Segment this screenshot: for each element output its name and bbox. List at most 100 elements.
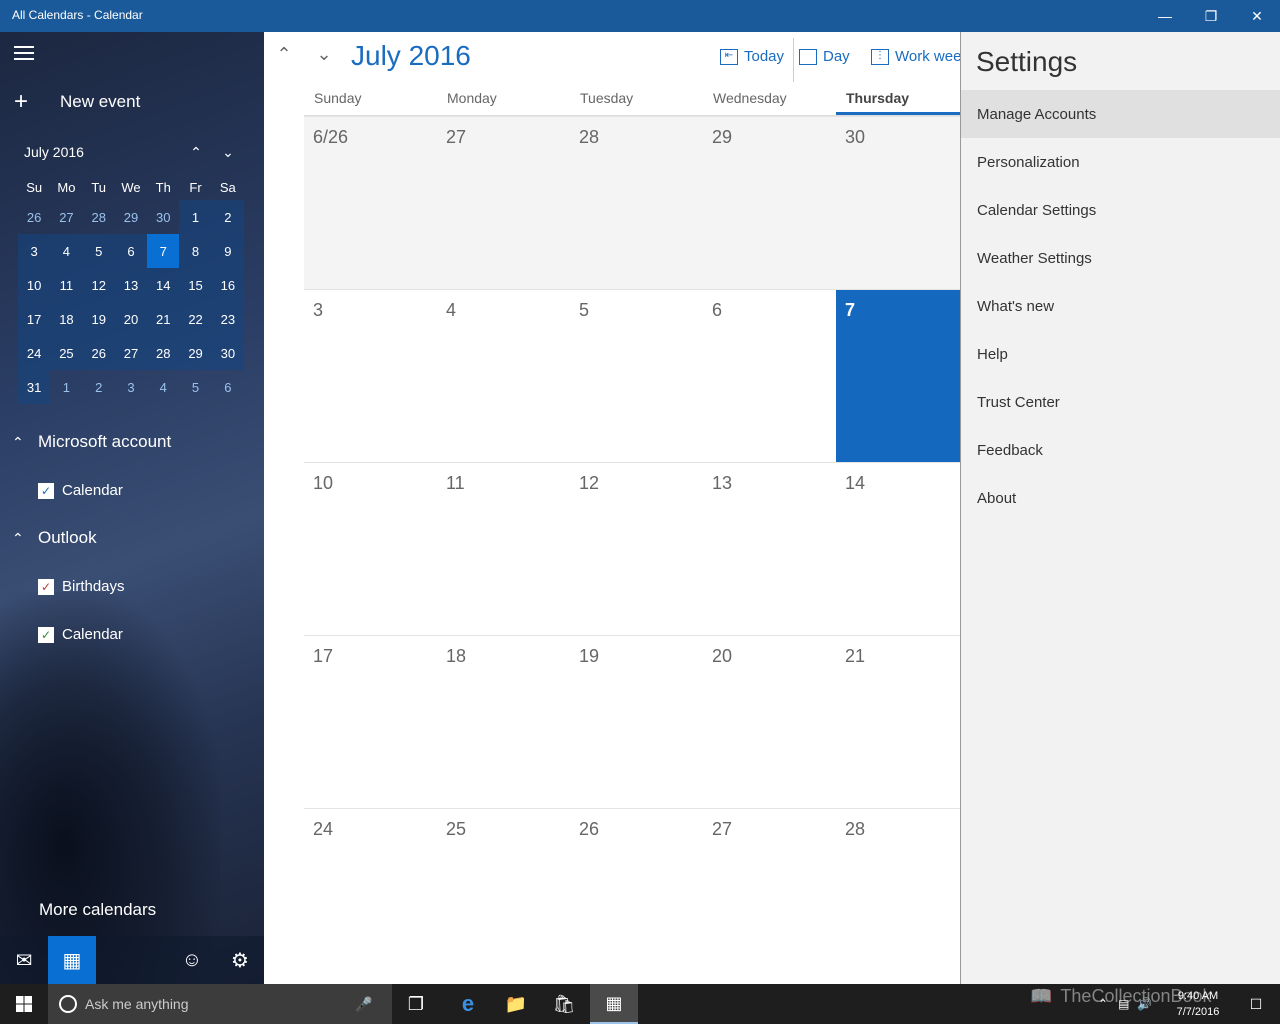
day-cell[interactable]: 30: [836, 117, 960, 290]
cortana-search-box[interactable]: 🎤: [48, 984, 392, 1024]
mail-icon[interactable]: ✉: [0, 936, 48, 984]
feedback-smiley-icon[interactable]: ☺: [168, 936, 216, 984]
mini-day[interactable]: 29: [115, 200, 147, 234]
mini-day[interactable]: 16: [211, 268, 244, 302]
day-cell[interactable]: 18: [437, 636, 570, 809]
day-cell[interactable]: 27: [437, 117, 570, 290]
mini-day[interactable]: 11: [50, 268, 83, 302]
mini-day[interactable]: 7: [147, 234, 180, 268]
mini-day[interactable]: 18: [50, 302, 83, 336]
chevron-up-icon[interactable]: ⌃: [1098, 997, 1108, 1011]
mini-day[interactable]: 15: [179, 268, 212, 302]
mini-day[interactable]: 28: [147, 336, 180, 370]
mini-day[interactable]: 3: [115, 370, 147, 404]
action-center-icon[interactable]: ☐: [1232, 984, 1280, 1024]
day-view-button[interactable]: Day: [799, 48, 850, 65]
mini-day[interactable]: 25: [50, 336, 83, 370]
settings-item-about[interactable]: About: [961, 474, 1280, 522]
day-cell[interactable]: 4: [437, 290, 570, 463]
day-cell[interactable]: 19: [570, 636, 703, 809]
next-month-button[interactable]: ⌄: [309, 44, 339, 68]
mini-day[interactable]: 23: [211, 302, 244, 336]
checkbox[interactable]: ✓: [38, 578, 54, 595]
day-cell[interactable]: 17: [304, 636, 437, 809]
chevron-down-icon[interactable]: ⌄: [218, 144, 238, 164]
volume-icon[interactable]: 🔊: [1137, 997, 1152, 1011]
mini-day[interactable]: 30: [211, 336, 244, 370]
today-button[interactable]: ⇤ Today: [720, 48, 784, 65]
settings-item-manage-accounts[interactable]: Manage Accounts: [961, 90, 1280, 138]
day-cell[interactable]: 14: [836, 463, 960, 636]
mini-day[interactable]: 29: [179, 336, 212, 370]
mini-day[interactable]: 1: [179, 200, 212, 234]
mini-day[interactable]: 5: [82, 234, 115, 268]
day-cell[interactable]: 20: [703, 636, 836, 809]
mini-day[interactable]: 8: [179, 234, 212, 268]
day-cell[interactable]: 11: [437, 463, 570, 636]
mini-day[interactable]: 2: [211, 200, 244, 234]
mini-day[interactable]: 9: [211, 234, 244, 268]
settings-item-help[interactable]: Help: [961, 330, 1280, 378]
chevron-up-icon[interactable]: ⌃: [186, 144, 206, 164]
mini-day[interactable]: 5: [179, 370, 211, 404]
settings-item-feedback[interactable]: Feedback: [961, 426, 1280, 474]
mini-day[interactable]: 6: [114, 234, 148, 268]
minimize-button[interactable]: —: [1142, 0, 1188, 32]
settings-item-weather-settings[interactable]: Weather Settings: [961, 234, 1280, 282]
day-cell[interactable]: 25: [437, 809, 570, 982]
calendar-item-microsoft-calendar[interactable]: ✓ Calendar: [38, 482, 123, 499]
day-cell[interactable]: 6: [703, 290, 836, 463]
mini-day[interactable]: 28: [83, 200, 115, 234]
day-cell[interactable]: 13: [703, 463, 836, 636]
settings-item-trust-center[interactable]: Trust Center: [961, 378, 1280, 426]
work-week-view-button[interactable]: ⋮ Work week: [871, 48, 960, 65]
mini-day[interactable]: 17: [18, 302, 51, 336]
day-cell[interactable]: 24: [304, 809, 437, 982]
more-calendars-link[interactable]: More calendars: [39, 900, 156, 920]
network-icon[interactable]: ▤: [1118, 997, 1129, 1011]
mini-day[interactable]: 2: [83, 370, 115, 404]
mini-day[interactable]: 10: [18, 268, 51, 302]
edge-browser-icon[interactable]: e: [444, 984, 492, 1024]
mini-day[interactable]: 20: [114, 302, 148, 336]
restore-button[interactable]: ❐: [1188, 0, 1234, 32]
mini-day[interactable]: 6: [212, 370, 244, 404]
day-cell[interactable]: 28: [570, 117, 703, 290]
mini-day[interactable]: 1: [50, 370, 82, 404]
gear-icon[interactable]: ⚙: [216, 936, 264, 984]
day-cell[interactable]: 5: [570, 290, 703, 463]
mini-day[interactable]: 14: [147, 268, 180, 302]
day-cell[interactable]: 12: [570, 463, 703, 636]
mini-day[interactable]: 4: [147, 370, 179, 404]
mini-day[interactable]: 30: [147, 200, 179, 234]
day-cell[interactable]: 7: [836, 290, 960, 463]
taskbar-clock[interactable]: 9:40 AM 7/7/2016: [1168, 988, 1228, 1020]
new-event-button[interactable]: + New event: [14, 90, 140, 114]
previous-month-button[interactable]: ⌃: [269, 44, 299, 68]
day-cell[interactable]: 21: [836, 636, 960, 809]
group-microsoft-account[interactable]: ⌃ Microsoft account: [12, 432, 171, 452]
mini-day[interactable]: 31: [18, 370, 51, 404]
mini-day[interactable]: 27: [114, 336, 148, 370]
mini-day[interactable]: 26: [18, 200, 50, 234]
group-outlook[interactable]: ⌃ Outlook: [12, 528, 97, 548]
task-view-icon[interactable]: ❐: [392, 984, 440, 1024]
start-button[interactable]: [0, 984, 48, 1024]
day-cell[interactable]: 26: [570, 809, 703, 982]
day-cell[interactable]: 10: [304, 463, 437, 636]
checkbox[interactable]: ✓: [38, 626, 54, 643]
store-icon[interactable]: 🛍: [540, 984, 588, 1024]
calendar-item-outlook-calendar[interactable]: ✓ Calendar: [38, 626, 123, 643]
settings-item-personalization[interactable]: Personalization: [961, 138, 1280, 186]
day-cell[interactable]: 28: [836, 809, 960, 982]
search-input[interactable]: [85, 996, 355, 1012]
mini-day[interactable]: 13: [114, 268, 148, 302]
checkbox[interactable]: ✓: [38, 482, 54, 499]
microphone-icon[interactable]: 🎤: [355, 996, 372, 1013]
mini-day[interactable]: 27: [50, 200, 82, 234]
file-explorer-icon[interactable]: 📁: [492, 984, 540, 1024]
day-cell[interactable]: 3: [304, 290, 437, 463]
calendar-icon[interactable]: ▦: [48, 936, 96, 984]
day-cell[interactable]: 6/26: [304, 117, 437, 290]
day-cell[interactable]: 27: [703, 809, 836, 982]
